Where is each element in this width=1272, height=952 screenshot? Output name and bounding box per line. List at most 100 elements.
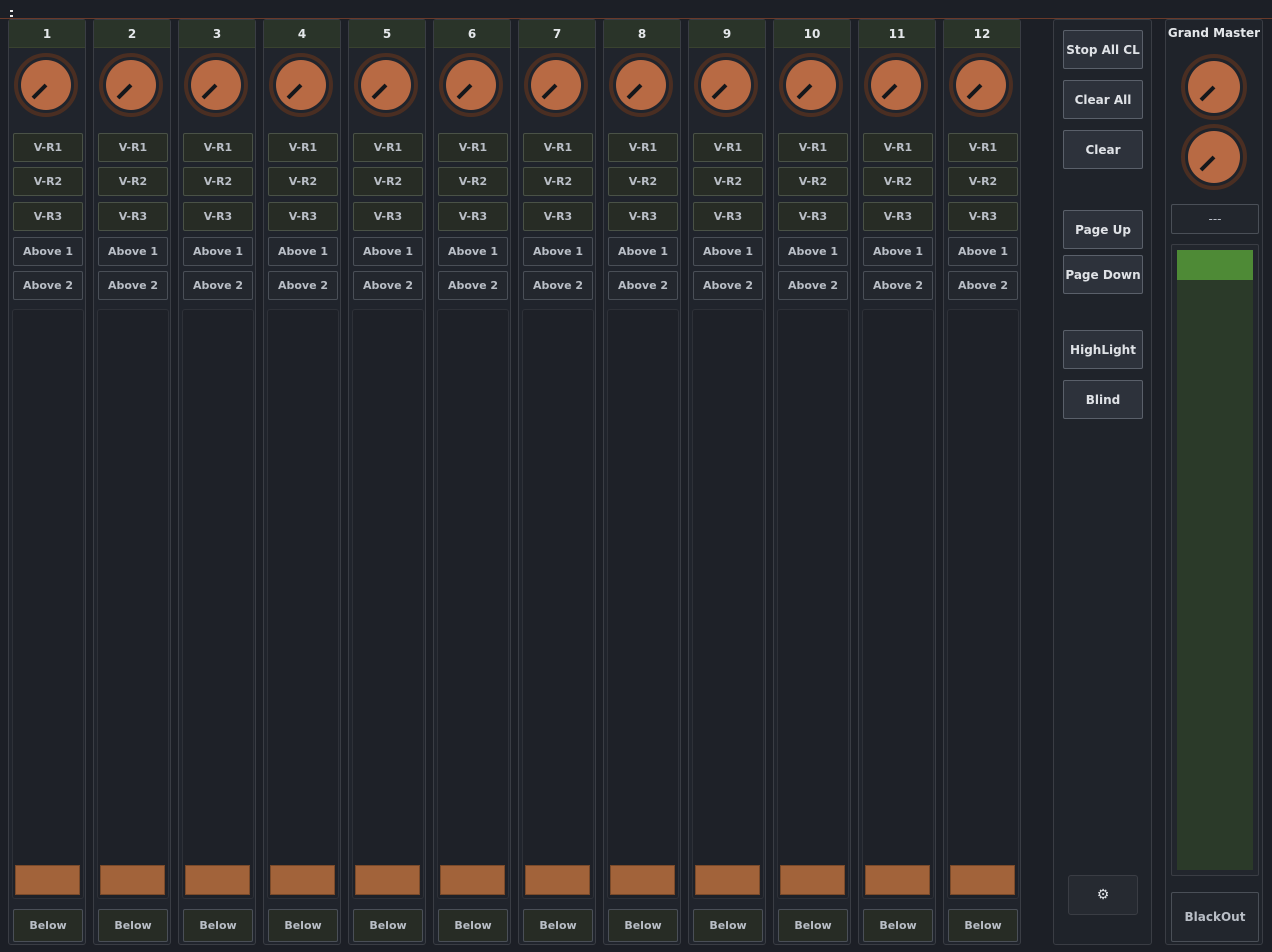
above2-button[interactable]: Above 2 xyxy=(438,271,508,300)
below-button[interactable]: Below xyxy=(353,909,423,942)
vr1-button[interactable]: V-R1 xyxy=(98,133,168,162)
vr2-button[interactable]: V-R2 xyxy=(438,167,508,196)
vr2-button[interactable]: V-R2 xyxy=(523,167,593,196)
above2-button[interactable]: Above 2 xyxy=(608,271,678,300)
vr3-button[interactable]: V-R3 xyxy=(438,202,508,231)
grand-master-level-indicator[interactable] xyxy=(1177,250,1253,280)
above1-button[interactable]: Above 1 xyxy=(98,237,168,266)
settings-button[interactable]: ⚙ xyxy=(1068,875,1138,915)
strip-fader-track[interactable] xyxy=(352,309,424,899)
grand-master-knob-1[interactable] xyxy=(1180,53,1248,121)
below-button[interactable]: Below xyxy=(693,909,763,942)
strip-fader-track[interactable] xyxy=(777,309,849,899)
strip-fader-track[interactable] xyxy=(437,309,509,899)
strip-fader-handle[interactable] xyxy=(610,865,675,895)
vr1-button[interactable]: V-R1 xyxy=(608,133,678,162)
strip-knob[interactable] xyxy=(268,52,334,118)
above2-button[interactable]: Above 2 xyxy=(693,271,763,300)
strip-knob[interactable] xyxy=(608,52,674,118)
below-button[interactable]: Below xyxy=(778,909,848,942)
grand-master-fader[interactable] xyxy=(1171,244,1259,876)
above1-button[interactable]: Above 1 xyxy=(183,237,253,266)
below-button[interactable]: Below xyxy=(268,909,338,942)
strip-knob[interactable] xyxy=(523,52,589,118)
stop-all-cuelists-button[interactable]: Stop All CL xyxy=(1063,30,1143,69)
above2-button[interactable]: Above 2 xyxy=(13,271,83,300)
strip-fader-handle[interactable] xyxy=(695,865,760,895)
above2-button[interactable]: Above 2 xyxy=(353,271,423,300)
below-button[interactable]: Below xyxy=(608,909,678,942)
clear-button[interactable]: Clear xyxy=(1063,130,1143,169)
vr3-button[interactable]: V-R3 xyxy=(608,202,678,231)
vr2-button[interactable]: V-R2 xyxy=(268,167,338,196)
strip-fader-handle[interactable] xyxy=(15,865,80,895)
vr3-button[interactable]: V-R3 xyxy=(778,202,848,231)
above2-button[interactable]: Above 2 xyxy=(863,271,933,300)
above1-button[interactable]: Above 1 xyxy=(523,237,593,266)
blackout-button[interactable]: BlackOut xyxy=(1171,892,1259,942)
vr2-button[interactable]: V-R2 xyxy=(98,167,168,196)
strip-fader-track[interactable] xyxy=(522,309,594,899)
above1-button[interactable]: Above 1 xyxy=(863,237,933,266)
vr3-button[interactable]: V-R3 xyxy=(523,202,593,231)
below-button[interactable]: Below xyxy=(863,909,933,942)
vr1-button[interactable]: V-R1 xyxy=(523,133,593,162)
strip-fader-track[interactable] xyxy=(947,309,1019,899)
vr3-button[interactable]: V-R3 xyxy=(183,202,253,231)
below-button[interactable]: Below xyxy=(523,909,593,942)
page-down-button[interactable]: Page Down xyxy=(1063,255,1143,294)
below-button[interactable]: Below xyxy=(98,909,168,942)
strip-fader-track[interactable] xyxy=(862,309,934,899)
above1-button[interactable]: Above 1 xyxy=(948,237,1018,266)
above2-button[interactable]: Above 2 xyxy=(183,271,253,300)
vr3-button[interactable]: V-R3 xyxy=(863,202,933,231)
grand-master-knob-2[interactable] xyxy=(1180,123,1248,191)
vr1-button[interactable]: V-R1 xyxy=(268,133,338,162)
vr2-button[interactable]: V-R2 xyxy=(778,167,848,196)
page-up-button[interactable]: Page Up xyxy=(1063,210,1143,249)
below-button[interactable]: Below xyxy=(13,909,83,942)
strip-fader-handle[interactable] xyxy=(780,865,845,895)
vr2-button[interactable]: V-R2 xyxy=(608,167,678,196)
vr3-button[interactable]: V-R3 xyxy=(13,202,83,231)
below-button[interactable]: Below xyxy=(183,909,253,942)
strip-fader-handle[interactable] xyxy=(525,865,590,895)
vr2-button[interactable]: V-R2 xyxy=(948,167,1018,196)
vr1-button[interactable]: V-R1 xyxy=(693,133,763,162)
above2-button[interactable]: Above 2 xyxy=(268,271,338,300)
strip-fader-track[interactable] xyxy=(692,309,764,899)
vr1-button[interactable]: V-R1 xyxy=(353,133,423,162)
vr2-button[interactable]: V-R2 xyxy=(863,167,933,196)
below-button[interactable]: Below xyxy=(948,909,1018,942)
above1-button[interactable]: Above 1 xyxy=(13,237,83,266)
vr3-button[interactable]: V-R3 xyxy=(693,202,763,231)
below-button[interactable]: Below xyxy=(438,909,508,942)
above1-button[interactable]: Above 1 xyxy=(268,237,338,266)
strip-fader-handle[interactable] xyxy=(865,865,930,895)
strip-fader-handle[interactable] xyxy=(185,865,250,895)
strip-knob[interactable] xyxy=(438,52,504,118)
vr1-button[interactable]: V-R1 xyxy=(438,133,508,162)
vr1-button[interactable]: V-R1 xyxy=(13,133,83,162)
strip-knob[interactable] xyxy=(863,52,929,118)
above1-button[interactable]: Above 1 xyxy=(778,237,848,266)
strip-fader-handle[interactable] xyxy=(355,865,420,895)
strip-knob[interactable] xyxy=(98,52,164,118)
vr1-button[interactable]: V-R1 xyxy=(948,133,1018,162)
strip-fader-track[interactable] xyxy=(97,309,169,899)
strip-fader-handle[interactable] xyxy=(440,865,505,895)
vr1-button[interactable]: V-R1 xyxy=(778,133,848,162)
vr1-button[interactable]: V-R1 xyxy=(863,133,933,162)
strip-fader-track[interactable] xyxy=(267,309,339,899)
strip-fader-handle[interactable] xyxy=(100,865,165,895)
strip-fader-handle[interactable] xyxy=(270,865,335,895)
clear-all-button[interactable]: Clear All xyxy=(1063,80,1143,119)
vr3-button[interactable]: V-R3 xyxy=(948,202,1018,231)
blind-button[interactable]: Blind xyxy=(1063,380,1143,419)
vr1-button[interactable]: V-R1 xyxy=(183,133,253,162)
strip-knob[interactable] xyxy=(353,52,419,118)
highlight-button[interactable]: HighLight xyxy=(1063,330,1143,369)
vr2-button[interactable]: V-R2 xyxy=(353,167,423,196)
above2-button[interactable]: Above 2 xyxy=(98,271,168,300)
vr3-button[interactable]: V-R3 xyxy=(353,202,423,231)
